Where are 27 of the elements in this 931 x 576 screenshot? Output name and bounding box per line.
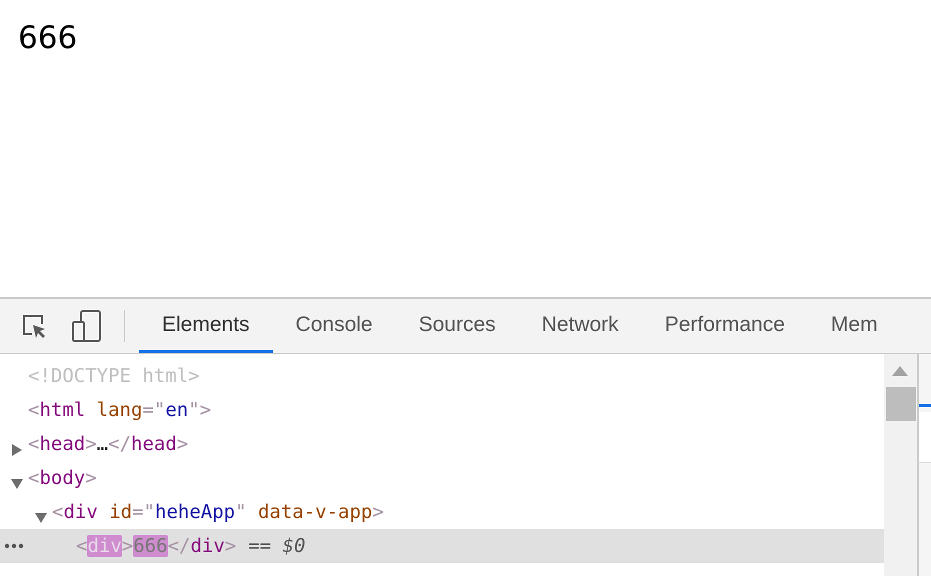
scrollbar-thumb[interactable] <box>886 387 916 421</box>
device-icon[interactable] <box>72 310 102 342</box>
inspect-icon[interactable] <box>20 312 48 340</box>
dom-node-code: <div id="heheApp" data-v-app> <box>52 501 384 523</box>
dom-node-code: <head>…</head> <box>28 433 188 455</box>
panel-tab[interactable]: Network <box>518 299 642 353</box>
panel-tab[interactable]: Sources <box>396 299 519 353</box>
panel-tab[interactable]: Mem <box>808 299 901 353</box>
dom-node-code: <html lang="en"> <box>28 399 212 421</box>
expanded-triangle-icon[interactable] <box>11 478 23 490</box>
scrollbar[interactable] <box>884 354 917 576</box>
dom-node-row[interactable]: <head>…</head> <box>0 427 884 461</box>
collapsed-triangle-icon[interactable] <box>11 444 23 456</box>
more-icon[interactable] <box>4 543 24 549</box>
panel-tab[interactable]: Performance <box>642 299 808 353</box>
dom-node-row[interactable]: <body> <box>0 461 884 495</box>
dom-node-code: <!DOCTYPE html> <box>28 365 200 387</box>
dom-node-code: <div>666</div> <box>76 535 236 557</box>
panel-tab[interactable]: Console <box>272 299 396 353</box>
selected-node-note: == $0 <box>248 535 306 557</box>
dom-node-row[interactable]: <div>666</div> == $0 <box>0 529 884 563</box>
expanded-triangle-icon[interactable] <box>35 512 47 524</box>
dom-node-row[interactable]: <html lang="en"> <box>0 393 884 427</box>
dom-node-row[interactable]: <div id="heheApp" data-v-app> <box>0 495 884 529</box>
page-text: 666 <box>18 20 78 56</box>
panel-tab[interactable]: Elements <box>139 299 273 353</box>
dom-node-code: <body> <box>28 467 97 489</box>
